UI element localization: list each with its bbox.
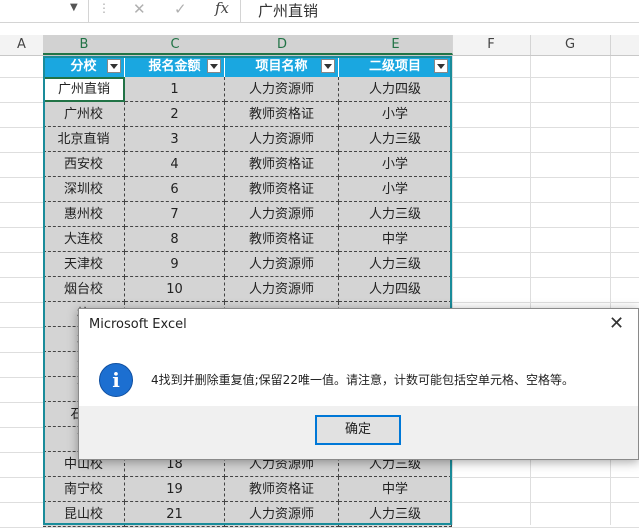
cell-amount[interactable]: 4 [125,152,225,177]
cell-branch[interactable]: 深圳校 [43,177,125,202]
cell-branch[interactable]: 惠州校 [43,202,125,227]
filter-dropdown-icon[interactable] [321,59,335,73]
cell-branch[interactable]: 广州直销 [43,77,125,102]
enter-icon[interactable]: ✓ [174,0,187,18]
table-row: 昆山校 21 人力资源师 人力三级 [43,502,452,527]
header-label: 项目名称 [255,59,308,74]
cell-amount[interactable]: 3 [125,127,225,152]
table-row: 烟台校 10 人力资源师 人力四级 [43,277,452,302]
dialog-message: 4找到并删除重复值;保留22唯一值。请注意，计数可能包括空单元格、空格等。 [151,373,574,387]
table-row: 广州校 2 教师资格证 小学 [43,102,452,127]
cell-subproject[interactable]: 人力三级 [339,127,452,152]
header-cell-subproject[interactable]: 二级项目 [339,56,452,77]
message-dialog: Microsoft Excel ✕ i 4找到并删除重复值;保留22唯一值。请注… [78,308,639,460]
filter-dropdown-icon[interactable] [207,59,221,73]
table-header-row: 分校 报名金额 项目名称 二级项目 [43,56,452,77]
cell-subproject[interactable]: 人力三级 [339,252,452,277]
cell-subproject[interactable]: 小学 [339,102,452,127]
table-row: 天津校 9 人力资源师 人力三级 [43,252,452,277]
cell-project[interactable]: 教师资格证 [225,477,339,502]
cell-branch[interactable]: 西安校 [43,152,125,177]
header-label: 报名金额 [148,59,201,74]
cell-amount[interactable]: 6 [125,177,225,202]
cell-amount[interactable]: 8 [125,227,225,252]
table-row: 惠州校 7 人力资源师 人力三级 [43,202,452,227]
cell-project[interactable]: 人力资源师 [225,202,339,227]
column-header-c[interactable]: C [125,35,226,55]
cell-subproject[interactable]: 人力三级 [339,502,452,527]
column-header-f[interactable]: F [452,35,531,55]
name-box[interactable]: ▼ [0,0,89,22]
header-label: 二级项目 [368,59,421,74]
table-row: 南宁校 19 教师资格证 中学 [43,477,452,502]
header-cell-branch[interactable]: 分校 [43,56,125,77]
close-icon[interactable]: ✕ [609,313,624,334]
cell-branch[interactable]: 天津校 [43,252,125,277]
table-row: 广州直销 1 人力资源师 人力四级 [43,77,452,102]
column-header-g[interactable]: G [530,35,611,55]
cell-branch[interactable]: 昆山校 [43,502,125,527]
cell-subproject[interactable]: 人力四级 [339,77,452,102]
cell-project[interactable]: 人力资源师 [225,127,339,152]
filter-dropdown-icon[interactable] [434,59,448,73]
cell-amount[interactable]: 19 [125,477,225,502]
cell-project[interactable]: 人力资源师 [225,277,339,302]
filter-dropdown-icon[interactable] [107,59,121,73]
dialog-title: Microsoft Excel [89,317,187,332]
formula-bar-separator: ⋮ [98,1,110,15]
cell-subproject[interactable]: 小学 [339,152,452,177]
dialog-body: i 4找到并删除重复值;保留22唯一值。请注意，计数可能包括空单元格、空格等。 [79,341,638,406]
cell-amount[interactable]: 10 [125,277,225,302]
cell-branch[interactable]: 北京直销 [43,127,125,152]
cell-project[interactable]: 人力资源师 [225,502,339,527]
cell-branch[interactable]: 烟台校 [43,277,125,302]
column-headers: A B C D E F G [0,35,639,56]
cell-amount[interactable]: 9 [125,252,225,277]
header-cell-amount[interactable]: 报名金额 [125,56,225,77]
cell-subproject[interactable]: 中学 [339,227,452,252]
cell-amount[interactable]: 21 [125,502,225,527]
ok-button[interactable]: 确定 [315,415,401,445]
table-row: 深圳校 6 教师资格证 小学 [43,177,452,202]
cancel-icon[interactable]: ✕ [133,0,146,18]
cell-amount[interactable]: 1 [125,77,225,102]
cell-subproject[interactable]: 中学 [339,477,452,502]
cell-branch[interactable]: 南宁校 [43,477,125,502]
cell-project[interactable]: 人力资源师 [225,77,339,102]
column-header-d[interactable]: D [225,35,340,55]
column-header-a[interactable]: A [0,35,44,55]
insert-function-icon[interactable]: fx [215,0,229,17]
table-row: 北京直销 3 人力资源师 人力三级 [43,127,452,152]
table-row: 大连校 8 教师资格证 中学 [43,227,452,252]
table-row: 西安校 4 教师资格证 小学 [43,152,452,177]
cell-project[interactable]: 教师资格证 [225,227,339,252]
cell-amount[interactable]: 7 [125,202,225,227]
cell-subproject[interactable]: 人力三级 [339,202,452,227]
cell-project[interactable]: 教师资格证 [225,177,339,202]
cell-project[interactable]: 人力资源师 [225,252,339,277]
header-label: 分校 [70,59,97,74]
cell-branch[interactable]: 大连校 [43,227,125,252]
chevron-down-icon[interactable]: ▼ [70,2,78,13]
cell-branch[interactable]: 广州校 [43,102,125,127]
cell-project[interactable]: 教师资格证 [225,152,339,177]
cell-project[interactable]: 教师资格证 [225,102,339,127]
formula-bar: ▼ ⋮ ✕ ✓ fx 广州直销 [0,0,639,23]
cell-subproject[interactable]: 小学 [339,177,452,202]
dialog-title-bar: Microsoft Excel ✕ [79,309,638,341]
formula-content: 广州直销 [258,2,319,20]
header-cell-project[interactable]: 项目名称 [225,56,339,77]
cell-subproject[interactable]: 人力四级 [339,277,452,302]
column-header-e[interactable]: E [339,35,453,55]
column-header-b[interactable]: B [43,35,126,55]
cell-amount[interactable]: 2 [125,102,225,127]
info-icon: i [99,363,133,397]
